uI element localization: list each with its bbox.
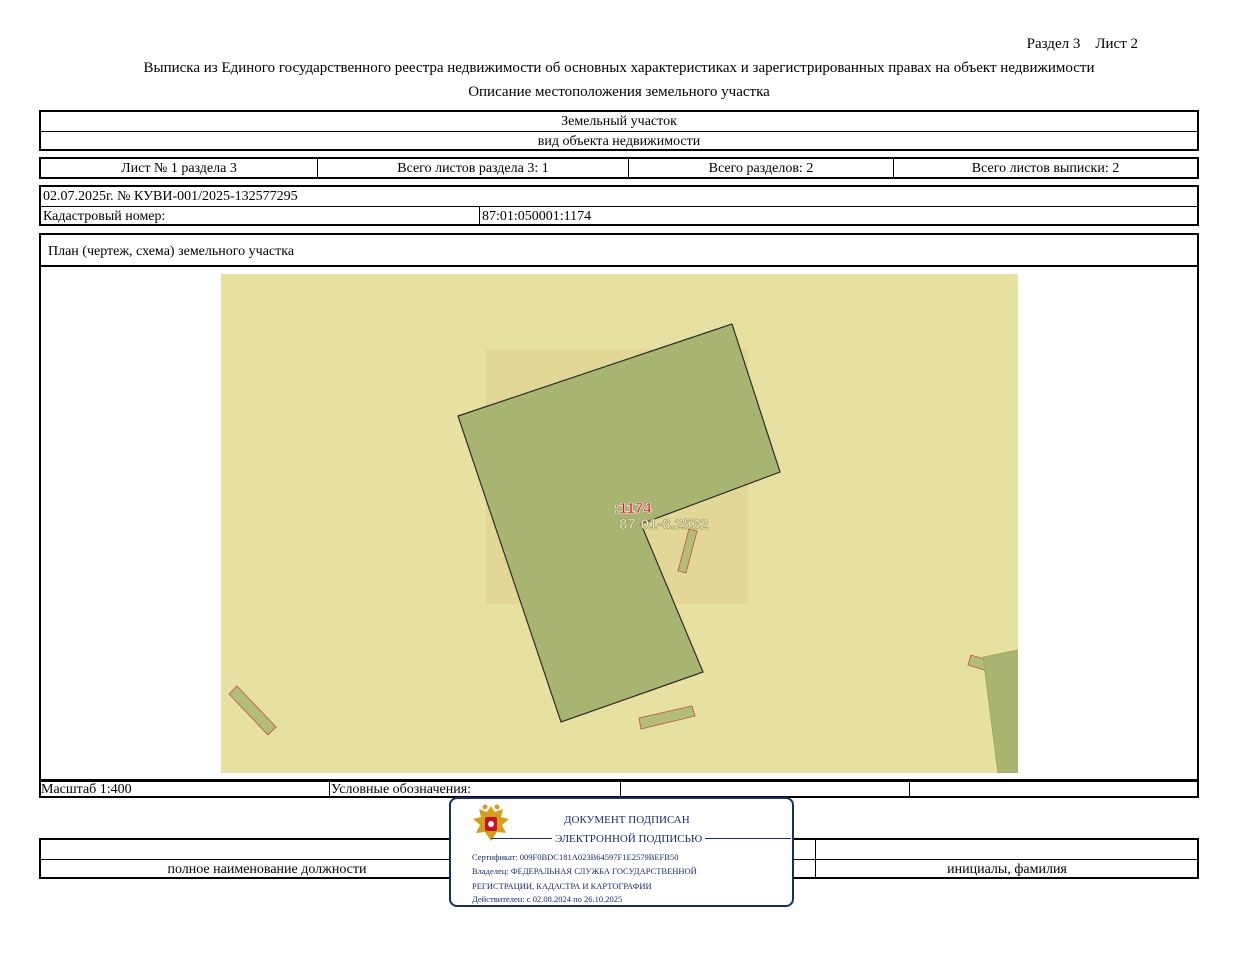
sheet-of-section: Лист № 1 раздела 3 bbox=[121, 161, 237, 176]
legend-label: Условные обозначения: bbox=[331, 782, 472, 797]
record-table: 02.07.2025г. № КУВИ-001/2025-132577295 К… bbox=[39, 185, 1199, 226]
document-subtitle: Описание местоположения земельного участ… bbox=[468, 84, 770, 100]
total-extract-sheets: Всего листов выписки: 2 bbox=[971, 161, 1120, 176]
object-type-table: Земельный участок вид объекта недвижимос… bbox=[39, 110, 1199, 151]
name-caption: инициалы, фамилия bbox=[947, 862, 1067, 877]
zone-label: 87:01-6.2532 bbox=[619, 516, 708, 533]
document-title: Выписка из Единого государственного реес… bbox=[143, 60, 1095, 76]
stamp-certificate: Сертификат: 009F0BDC181A023B64597F1E2579… bbox=[472, 852, 679, 862]
object-type-caption: вид объекта недвижимости bbox=[537, 134, 701, 149]
total-sections: Всего разделов: 2 bbox=[708, 161, 814, 176]
position-caption: полное наименование должности bbox=[167, 862, 367, 877]
cadastral-value: 87:01:050001:1174 bbox=[482, 209, 592, 224]
cadastral-label: Кадастровый номер: bbox=[43, 209, 166, 224]
object-type-value: Земельный участок bbox=[561, 114, 677, 129]
plan-title-box: План (чертеж, схема) земельного участка bbox=[39, 233, 1199, 267]
stamp-line-1: ДОКУМЕНТ ПОДПИСАН bbox=[564, 814, 690, 826]
stamp-validity: Действителен: с 02.08.2024 по 26.10.2025 bbox=[472, 894, 623, 904]
stamp-line-2: ЭЛЕКТРОННОЙ ПОДПИСЬЮ bbox=[552, 833, 706, 845]
scale-label: Масштаб 1:400 bbox=[41, 782, 132, 797]
stamp-owner-2: РЕГИСТРАЦИИ, КАДАСТРА И КАРТОГРАФИИ bbox=[472, 881, 652, 891]
plan-title: План (чертеж, схема) земельного участка bbox=[48, 244, 295, 259]
parcel-label: :1174 bbox=[614, 500, 652, 517]
stamp-owner-1: Владелец: ФЕДЕРАЛЬНАЯ СЛУЖБА ГОСУДАРСТВЕ… bbox=[472, 866, 697, 876]
date-number: 02.07.2025г. № КУВИ-001/2025-132577295 bbox=[43, 189, 298, 204]
electronic-signature-stamp: ДОКУМЕНТ ПОДПИСАН ЭЛЕКТРОННОЙ ПОДПИСЬЮ С… bbox=[449, 797, 794, 907]
plan-map: :1174 87:01-6.2532 bbox=[221, 274, 1018, 773]
legend-row: Масштаб 1:400 Условные обозначения: bbox=[39, 779, 1199, 798]
total-section-sheets: Всего листов раздела 3: 1 bbox=[397, 161, 549, 176]
sheets-row: Лист № 1 раздела 3 Всего листов раздела … bbox=[39, 157, 1199, 179]
section-sheet-label: Раздел 3 Лист 2 bbox=[1026, 36, 1138, 52]
